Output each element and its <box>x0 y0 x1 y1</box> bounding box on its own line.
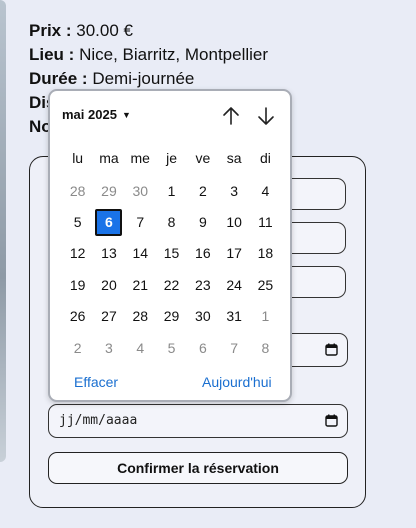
day-cell[interactable]: 3 <box>93 332 124 363</box>
clear-button[interactable]: Effacer <box>74 374 118 390</box>
day-cell[interactable]: 19 <box>62 269 93 300</box>
day-cell[interactable]: 29 <box>156 301 187 332</box>
day-cell[interactable]: 16 <box>187 238 218 269</box>
month-year-select[interactable]: mai 2025 ▼ <box>62 107 131 122</box>
day-cell[interactable]: 22 <box>156 269 187 300</box>
day-cell[interactable]: 31 <box>218 301 249 332</box>
day-cell[interactable]: 9 <box>187 206 218 237</box>
day-cell-selected[interactable]: 6 <box>93 206 124 237</box>
arrow-up-icon[interactable] <box>220 105 242 127</box>
selected-day-label: 6 <box>95 208 123 236</box>
day-cell[interactable]: 28 <box>62 175 93 206</box>
side-photo <box>0 0 6 462</box>
weekday-label: ma <box>99 150 119 166</box>
duration-line: Durée : Demi-journée <box>29 67 268 91</box>
day-cell[interactable]: 12 <box>62 238 93 269</box>
day-cell[interactable]: 25 <box>250 269 281 300</box>
day-cell[interactable]: 20 <box>93 269 124 300</box>
day-cell[interactable]: 26 <box>62 301 93 332</box>
weekday-label: lu <box>72 150 84 166</box>
day-cell[interactable]: 8 <box>250 332 281 363</box>
day-cell[interactable]: 15 <box>156 238 187 269</box>
day-cell[interactable]: 8 <box>156 206 187 237</box>
day-cell[interactable]: 2 <box>62 332 93 363</box>
day-cell[interactable]: 1 <box>250 301 281 332</box>
day-cell[interactable]: 28 <box>125 301 156 332</box>
day-cell[interactable]: 23 <box>187 269 218 300</box>
price-line: Prix : 30.00 € <box>29 19 268 43</box>
day-cell[interactable]: 3 <box>218 175 249 206</box>
day-cell[interactable]: 4 <box>125 332 156 363</box>
day-cell[interactable]: 30 <box>187 301 218 332</box>
month-year-label: mai 2025 <box>62 107 117 122</box>
weekday-label: je <box>166 150 177 166</box>
calendar-icon[interactable] <box>325 414 338 427</box>
caret-down-icon: ▼ <box>121 110 131 120</box>
day-cell[interactable]: 17 <box>218 238 249 269</box>
price-label: Prix : <box>29 21 72 40</box>
duration-value: Demi-journée <box>92 69 195 88</box>
day-cell[interactable]: 27 <box>93 301 124 332</box>
weekday-label: me <box>130 150 150 166</box>
day-grid: 28 29 30 1 2 3 4 5 6 7 8 9 10 11 12 13 14 15 16 17 18 19 20 21 2… <box>62 175 282 363</box>
weekday-label: sa <box>226 150 242 166</box>
day-cell[interactable]: 5 <box>62 206 93 237</box>
day-cell[interactable]: 7 <box>125 206 156 237</box>
day-cell[interactable]: 29 <box>93 175 124 206</box>
day-cell[interactable]: 2 <box>187 175 218 206</box>
day-cell[interactable]: 4 <box>250 175 281 206</box>
calendar-icon[interactable] <box>325 343 338 356</box>
date-input-2[interactable]: jj/mm/aaaa <box>48 404 348 438</box>
location-label: Lieu : <box>29 45 75 64</box>
day-cell[interactable]: 18 <box>250 238 281 269</box>
day-cell[interactable]: 7 <box>218 332 249 363</box>
day-cell[interactable]: 10 <box>218 206 249 237</box>
day-cell[interactable]: 11 <box>250 206 281 237</box>
location-value: Nice, Biarritz, Montpellier <box>79 45 269 64</box>
today-button[interactable]: Aujourd'hui <box>202 374 272 390</box>
location-line: Lieu : Nice, Biarritz, Montpellier <box>29 43 268 67</box>
date-placeholder: jj/mm/aaaa <box>59 413 138 428</box>
day-cell[interactable]: 5 <box>156 332 187 363</box>
day-cell[interactable]: 1 <box>156 175 187 206</box>
confirm-button[interactable]: Confirmer la réservation <box>48 452 348 484</box>
day-cell[interactable]: 24 <box>218 269 249 300</box>
day-cell[interactable]: 30 <box>125 175 156 206</box>
day-cell[interactable]: 6 <box>187 332 218 363</box>
day-cell[interactable]: 14 <box>125 238 156 269</box>
datepicker-popup: mai 2025 ▼ lu ma me je ve sa di 28 29 30 1 2 3 4 5 6 7 8 9… <box>48 89 292 402</box>
duration-label: Durée : <box>29 69 88 88</box>
weekday-label: di <box>259 150 271 166</box>
day-cell[interactable]: 21 <box>125 269 156 300</box>
day-cell[interactable]: 13 <box>93 238 124 269</box>
weekday-header: lu ma me je ve sa di <box>62 150 282 166</box>
arrow-down-icon[interactable] <box>255 105 277 127</box>
weekday-label: ve <box>195 150 211 166</box>
price-value: 30.00 € <box>76 21 133 40</box>
